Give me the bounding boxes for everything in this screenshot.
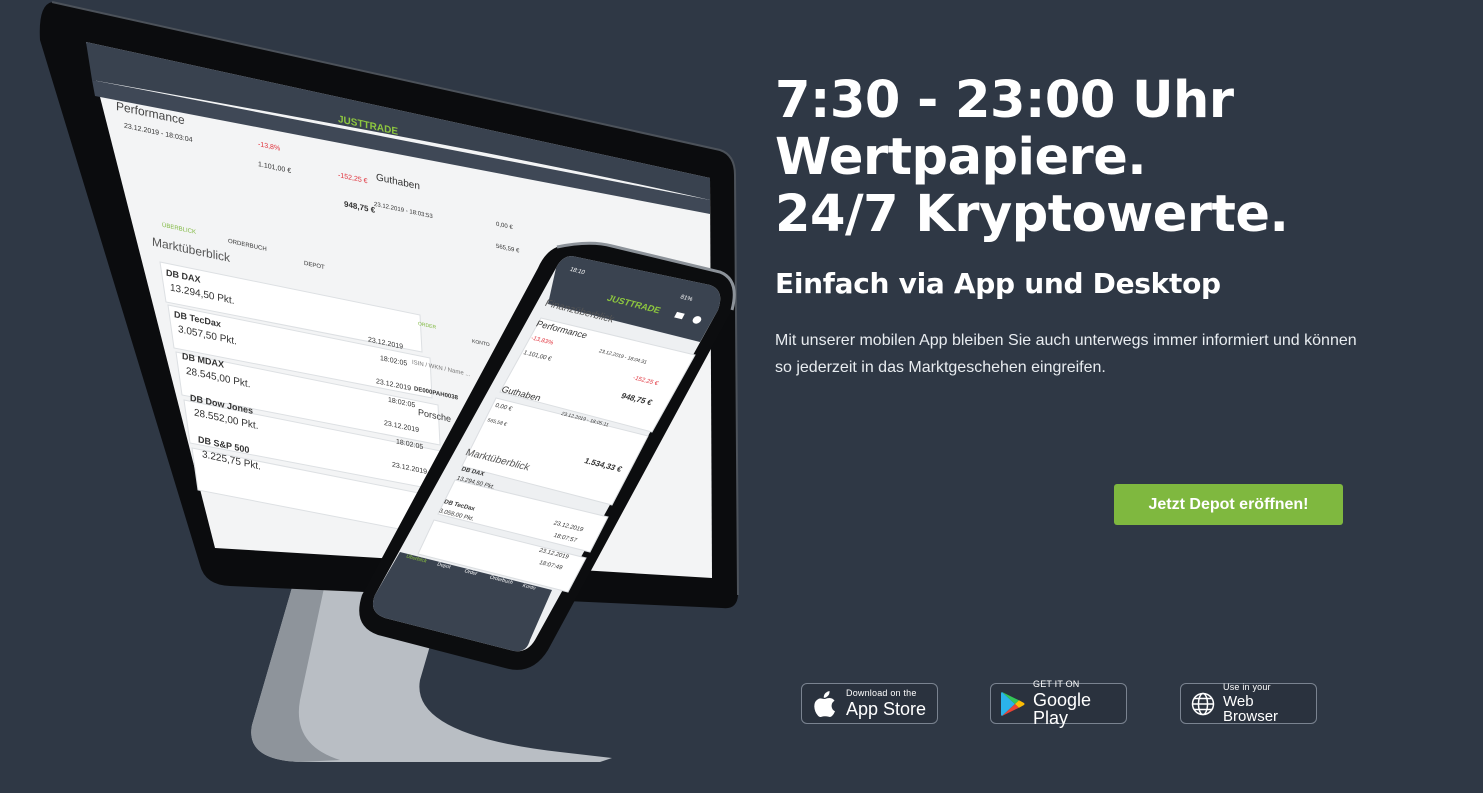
hero-text-block: 7:30 - 23:00 Uhr Wertpapiere. 24/7 Krypt…	[775, 72, 1415, 381]
desktop-tab-depot[interactable]: DEPOT	[304, 261, 325, 271]
desktop-search-input[interactable]: ISIN / WKN / Name ...	[412, 360, 470, 378]
desktop-guthaben-title: Guthaben	[376, 172, 420, 193]
headline: 7:30 - 23:00 Uhr Wertpapiere. 24/7 Krypt…	[775, 72, 1415, 243]
desktop-row-5-date: 23.12.2019	[392, 461, 428, 476]
desktop-row-5-value: 3.225,75 Pkt.	[202, 449, 261, 473]
app-store-small-label: Download on the	[846, 688, 917, 698]
phone-guthaben-value: 0,00 €	[493, 402, 513, 413]
headline-line-2: Wertpapiere.	[775, 128, 1147, 187]
apple-icon	[812, 690, 838, 717]
desktop-row-1-value: 13.294,50 Pkt.	[170, 282, 235, 308]
desktop-row-3-time: 18:02:05	[388, 396, 416, 410]
phone-row-1-value: 13.294,50 Pkt.	[455, 475, 496, 491]
phone-nav-depot[interactable]: Depot	[436, 562, 452, 571]
phone-perf-pct: -13,83%	[529, 335, 555, 347]
desktop-row-3-value: 28.545,00 Pkt.	[186, 365, 251, 391]
desktop-tab-orderbuch[interactable]: ORDERBUCH	[228, 239, 267, 253]
phone-guthaben-title: Guthaben	[499, 384, 543, 403]
google-play-icon	[1001, 691, 1025, 717]
phone-row-2-date: 23.12.2019	[552, 520, 585, 534]
web-browser-label: Web Browser	[1223, 693, 1279, 725]
desktop-guthaben-value: 0,00 €	[496, 221, 513, 232]
body-copy: Mit unserer mobilen App bleiben Sie auch…	[775, 332, 1357, 376]
phone-guthaben-sub: 565,58 €	[486, 417, 508, 428]
subheadline: Einfach via App und Desktop	[775, 267, 1221, 300]
desktop-order-tab[interactable]: ORDER	[418, 321, 436, 331]
google-play-badge[interactable]: GET IT ON Google Play	[990, 679, 1127, 728]
desktop-perf-abs: -152,25 €	[338, 172, 368, 186]
desktop-konto-tab[interactable]: KONTO	[472, 339, 490, 349]
desktop-perf-total: 948,75 €	[344, 199, 376, 215]
phone-nav-konto[interactable]: Konto	[521, 583, 537, 592]
globe-icon	[1191, 691, 1215, 717]
phone-row-3-time: 18:07:49	[537, 560, 564, 572]
desktop-row-4-date: 23.12.2019	[384, 419, 420, 435]
phone-row-2-time: 18:07:57	[552, 532, 578, 545]
app-store-label: App Store	[846, 699, 927, 719]
headline-line-3: 24/7 Kryptowerte.	[775, 185, 1289, 244]
desktop-stock-name: Porsche	[418, 407, 452, 425]
google-play-small-label: GET IT ON	[1033, 679, 1080, 689]
desktop-perf-pct: -13,8%	[258, 141, 281, 153]
phone-row-1-name[interactable]: DB DAX	[460, 467, 485, 478]
app-store-badge[interactable]: Download on the App Store	[801, 683, 938, 724]
desktop-tab-ueberblick[interactable]: ÜBERBLICK	[162, 223, 196, 236]
device-illustration: Performance 23.12.2019 - 18:03:04 -13,8%…	[0, 0, 760, 793]
desktop-row-2-value: 3.057,50 Pkt.	[178, 324, 237, 348]
desktop-guthaben-date: 23.12.2019 - 18:03:53	[374, 201, 433, 221]
phone-perf-value: 1.101,00 €	[521, 350, 553, 363]
headline-line-1: 7:30 - 23:00 Uhr	[775, 71, 1234, 130]
web-browser-badge[interactable]: Use in your Web Browser	[1180, 683, 1317, 724]
desktop-isin: DE000PAH0038	[414, 386, 458, 402]
phone-perf-date: 23.12.2019 - 18:04:31	[597, 348, 648, 366]
phone-performance-title: Performance	[534, 318, 590, 341]
desktop-row-3-date: 23.12.2019	[376, 378, 412, 393]
desktop-row-2-time: 18:02:05	[380, 354, 408, 368]
desktop-row-4-time: 18:02:05	[396, 438, 424, 452]
phone-nav-ueberblick[interactable]: Überblick	[405, 554, 428, 565]
desktop-row-2-date: 23.12.2019	[368, 336, 404, 351]
desktop-perf-value: 1.101,00 €	[258, 161, 292, 176]
phone-nav-order[interactable]: Order	[463, 568, 478, 577]
open-depot-button[interactable]: Jetzt Depot eröffnen!	[1114, 484, 1343, 525]
phone-row-3-date: 23.12.2019	[537, 547, 570, 561]
desktop-guthaben-total: 565,59 €	[496, 243, 520, 255]
phone-perf-total: 948,75 €	[619, 391, 655, 408]
phone-guthaben-date: 23.12.2019 - 18:05:11	[559, 411, 610, 429]
web-browser-small-label: Use in your	[1223, 682, 1271, 692]
phone-nav-orderbuch[interactable]: Orderbuch	[488, 575, 514, 586]
desktop-section-title: Marktüberblick	[152, 234, 231, 266]
phone-guthaben-total: 1.534,33 €	[582, 456, 624, 474]
google-play-label: Google Play	[1033, 690, 1092, 728]
phone-perf-abs: -152,25 €	[631, 375, 660, 388]
